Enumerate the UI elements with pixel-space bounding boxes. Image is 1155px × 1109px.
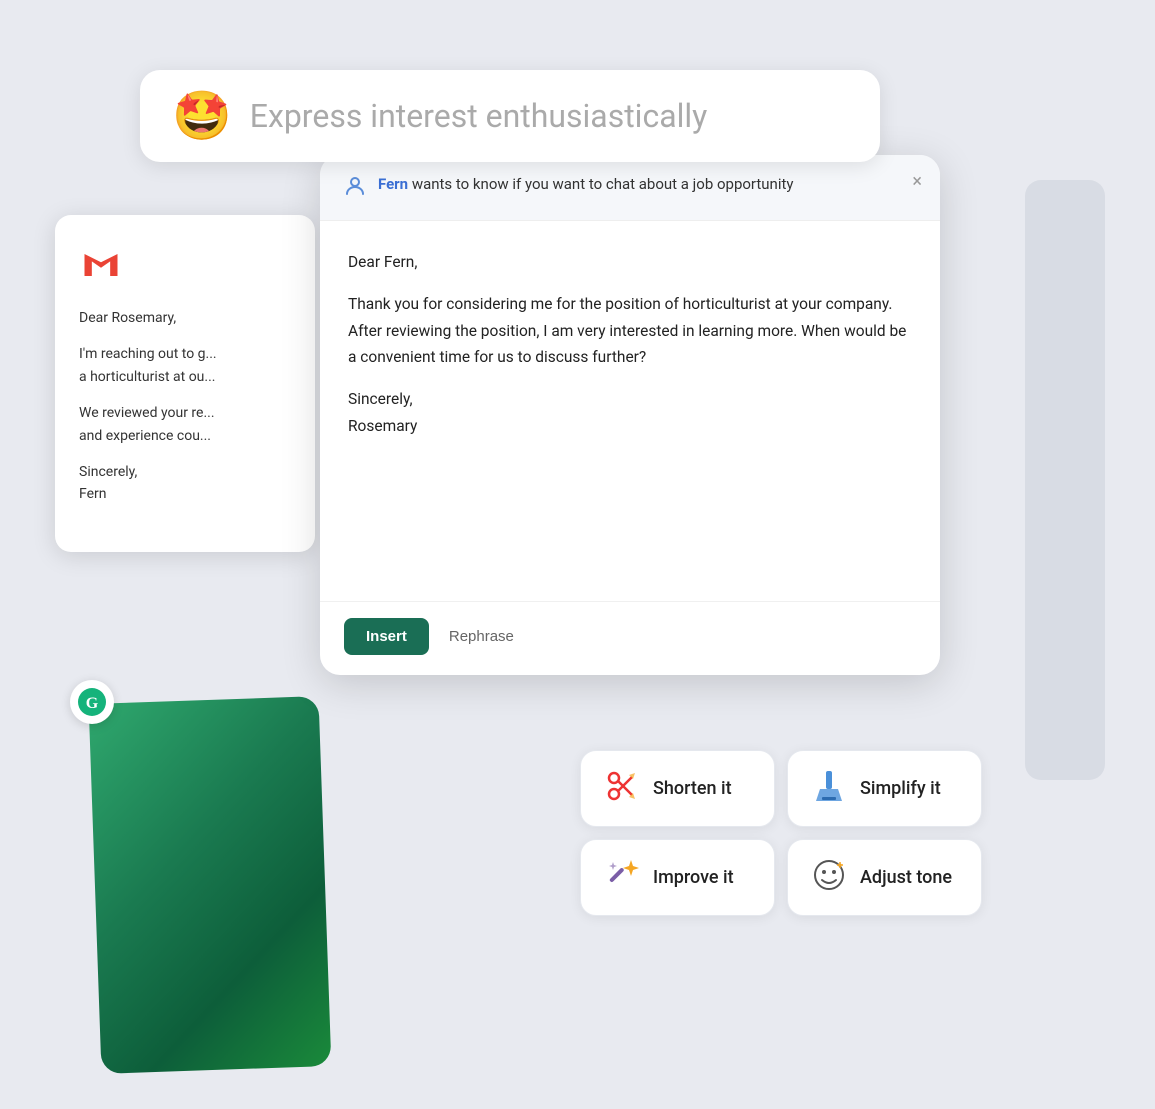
grammarly-g-icon: G — [78, 688, 106, 716]
compose-closing: Sincerely,Rosemary — [348, 386, 912, 439]
simplify-label: Simplify it — [860, 778, 941, 799]
gmail-closing: Sincerely,Fern — [79, 461, 291, 506]
gmail-greeting: Dear Rosemary, — [79, 307, 291, 329]
gmail-para2: We reviewed your re...and experience cou… — [79, 402, 291, 447]
express-title: Express interest enthusiastically — [250, 97, 708, 135]
shorten-label: Shorten it — [653, 778, 732, 799]
main-compose-panel: × Fern wants to know if you want to chat… — [320, 155, 940, 675]
compose-text: Dear Fern, Thank you for considering me … — [348, 249, 912, 439]
rephrase-button[interactable]: Rephrase — [445, 618, 518, 655]
svg-text:G: G — [86, 695, 99, 712]
grammarly-badge[interactable]: G — [70, 680, 114, 724]
shorten-button[interactable]: Shorten it — [580, 750, 775, 827]
gmail-para1: I'm reaching out to g...a horticulturist… — [79, 343, 291, 388]
simplify-icon — [812, 769, 846, 808]
panel-actions: Insert Rephrase — [320, 601, 940, 675]
adjust-tone-label: Adjust tone — [860, 867, 952, 888]
compose-body: Thank you for considering me for the pos… — [348, 291, 912, 370]
notification-person: Fern — [378, 175, 408, 193]
notification-bar: Fern wants to know if you want to chat a… — [320, 155, 940, 221]
adjust-tone-icon — [812, 858, 846, 897]
shorten-icon — [605, 769, 639, 808]
notification-message: wants to know if you want to chat about … — [408, 175, 793, 193]
express-banner: 🤩 Express interest enthusiastically — [140, 70, 880, 162]
adjust-tone-button[interactable]: Adjust tone — [787, 839, 982, 916]
insert-button[interactable]: Insert — [344, 618, 429, 655]
improve-button[interactable]: Improve it — [580, 839, 775, 916]
compose-greeting: Dear Fern, — [348, 249, 912, 275]
gmail-card: Dear Rosemary, I'm reaching out to g...a… — [55, 215, 315, 552]
action-buttons-grid: Shorten it Simplify it Improve it — [580, 750, 982, 916]
improve-label: Improve it — [653, 867, 734, 888]
gray-background-card — [1025, 180, 1105, 780]
simplify-button[interactable]: Simplify it — [787, 750, 982, 827]
green-decorative-card — [89, 696, 332, 1074]
gmail-email-text: Dear Rosemary, I'm reaching out to g...a… — [79, 307, 291, 506]
person-icon — [344, 175, 366, 202]
improve-icon — [605, 858, 639, 897]
express-emoji: 🤩 — [172, 92, 232, 140]
close-button[interactable]: × — [912, 171, 922, 192]
gmail-m-icon — [79, 243, 123, 287]
notification-text: Fern wants to know if you want to chat a… — [378, 173, 793, 196]
compose-area: Dear Fern, Thank you for considering me … — [320, 221, 940, 601]
